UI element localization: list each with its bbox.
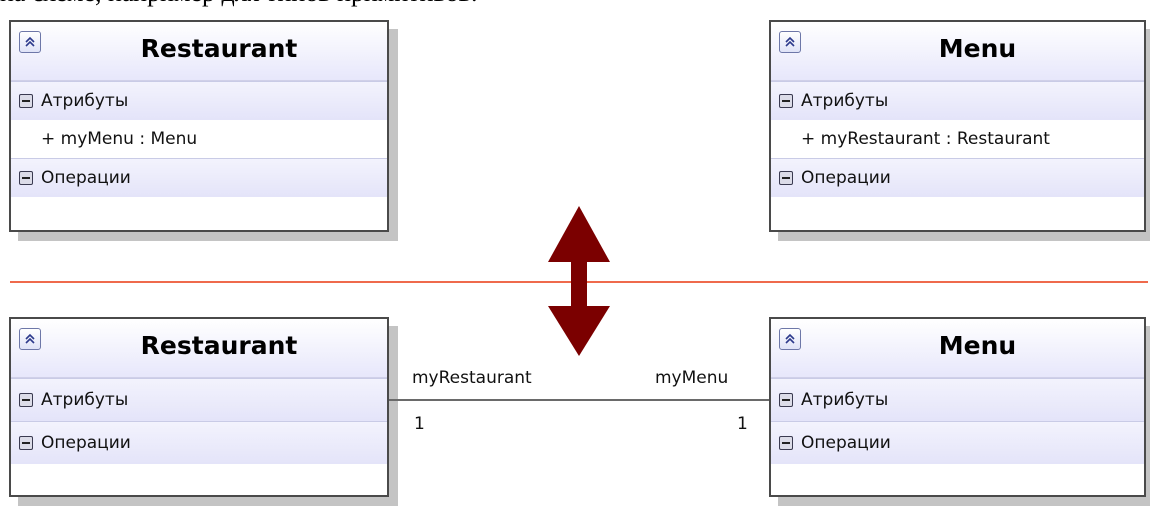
multiplicity-right: 1 xyxy=(737,414,748,434)
multiplicity-left: 1 xyxy=(414,414,425,434)
role-label-my-restaurant: myRestaurant xyxy=(412,368,532,388)
double-arrow-icon xyxy=(548,206,610,356)
connectors-layer xyxy=(389,206,769,401)
role-label-my-menu: myMenu xyxy=(655,368,729,388)
